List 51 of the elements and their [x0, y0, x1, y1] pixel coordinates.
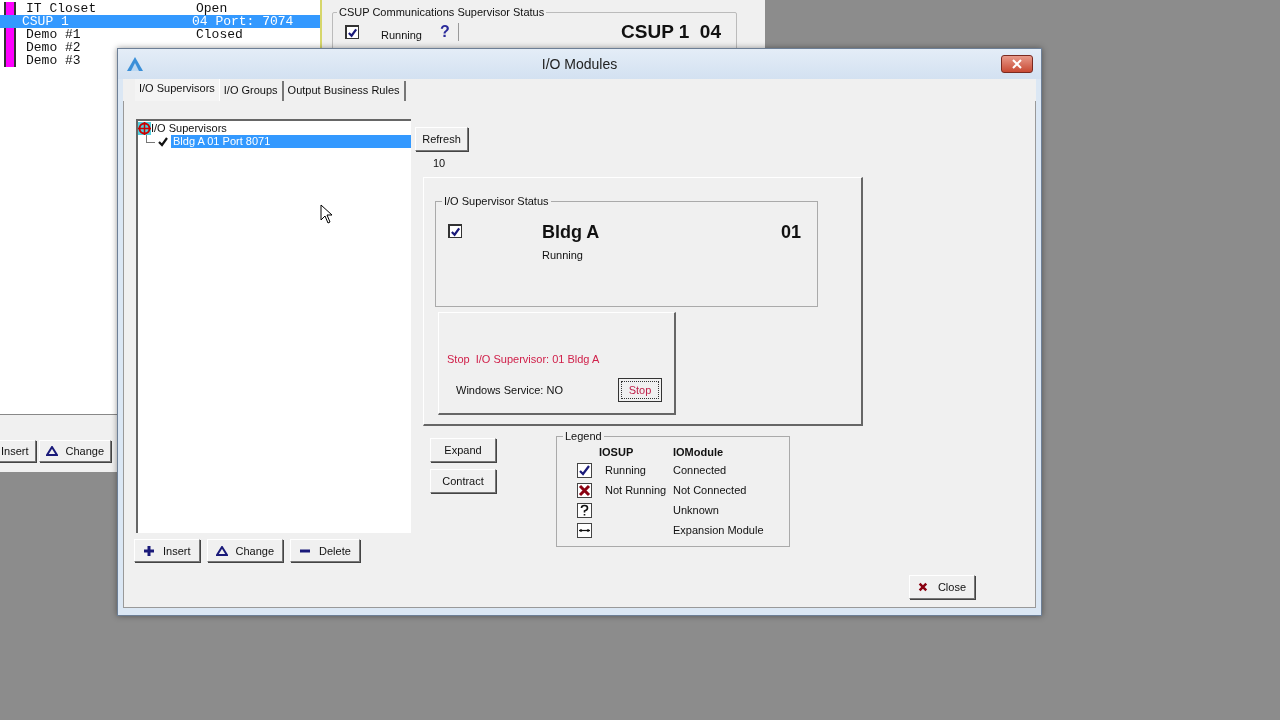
- legend-text: Not Running: [604, 484, 667, 496]
- list-row[interactable]: Demo #2: [0, 41, 320, 54]
- group-title: Legend: [563, 430, 604, 442]
- supervisor-name: Bldg A: [542, 222, 600, 243]
- refresh-button[interactable]: Refresh: [415, 127, 468, 151]
- window-title: I/O Modules: [541, 56, 618, 72]
- toolbar-button[interactable]: Delete: [290, 539, 360, 562]
- triangle-icon: [45, 446, 58, 456]
- plus-icon: [143, 544, 155, 557]
- legend-text: Expansion Module: [673, 524, 765, 536]
- expansion-icon: [577, 522, 592, 538]
- close-button[interactable]: Close: [909, 575, 975, 599]
- toolbar-button[interactable]: Insert: [0, 440, 36, 462]
- app-logo-icon: [126, 56, 144, 72]
- group-title: I/O Supervisor Status: [442, 195, 551, 207]
- list-row[interactable]: IT Closet Open: [0, 2, 320, 15]
- list-row[interactable]: Demo #3: [0, 54, 320, 67]
- status-text: Running: [381, 29, 422, 41]
- tree-button[interactable]: Expand: [430, 438, 496, 462]
- close-icon: [1011, 59, 1023, 69]
- group-title: CSUP Communications Supervisor Status: [337, 6, 547, 18]
- help-mark: ?: [440, 23, 459, 41]
- toolbar-button[interactable]: Change: [38, 440, 112, 462]
- supervisor-name: CSUP 1 04: [621, 21, 721, 43]
- tree-item[interactable]: I/O Supervisors: [138, 122, 411, 135]
- legend-text: Running: [604, 464, 646, 476]
- list-row[interactable]: Demo #1 Closed: [0, 28, 320, 41]
- tree-button[interactable]: Contract: [430, 469, 496, 493]
- cursor-icon: [320, 204, 334, 224]
- legend-text: Unknown: [673, 504, 720, 516]
- service-label: Windows Service: NO: [456, 384, 564, 396]
- close-button[interactable]: [1001, 55, 1033, 73]
- target-icon: [138, 122, 151, 135]
- checkbox-icon: [577, 462, 592, 478]
- stop-button[interactable]: Stop: [618, 378, 662, 402]
- cross-icon: [577, 482, 592, 498]
- triangle-icon: [215, 545, 228, 556]
- status-text: Running: [542, 249, 584, 261]
- column-header: IOModule: [673, 446, 725, 458]
- close-icon: [918, 581, 928, 593]
- legend-text: Connected: [673, 464, 728, 476]
- supervisor-number: 01: [780, 222, 801, 243]
- question-icon: [577, 502, 592, 518]
- column-header: IOSUP: [599, 446, 635, 458]
- legend-text: Not Connected: [673, 484, 748, 496]
- tab[interactable]: I/O Supervisors: [135, 79, 220, 101]
- toolbar-button[interactable]: Change: [206, 539, 284, 562]
- count-label: 10: [433, 157, 446, 169]
- minus-icon: [299, 548, 312, 553]
- toolbar-button[interactable]: Insert: [134, 539, 200, 562]
- stop-message: Stop I/O Supervisor: 01 Bldg A: [447, 353, 601, 365]
